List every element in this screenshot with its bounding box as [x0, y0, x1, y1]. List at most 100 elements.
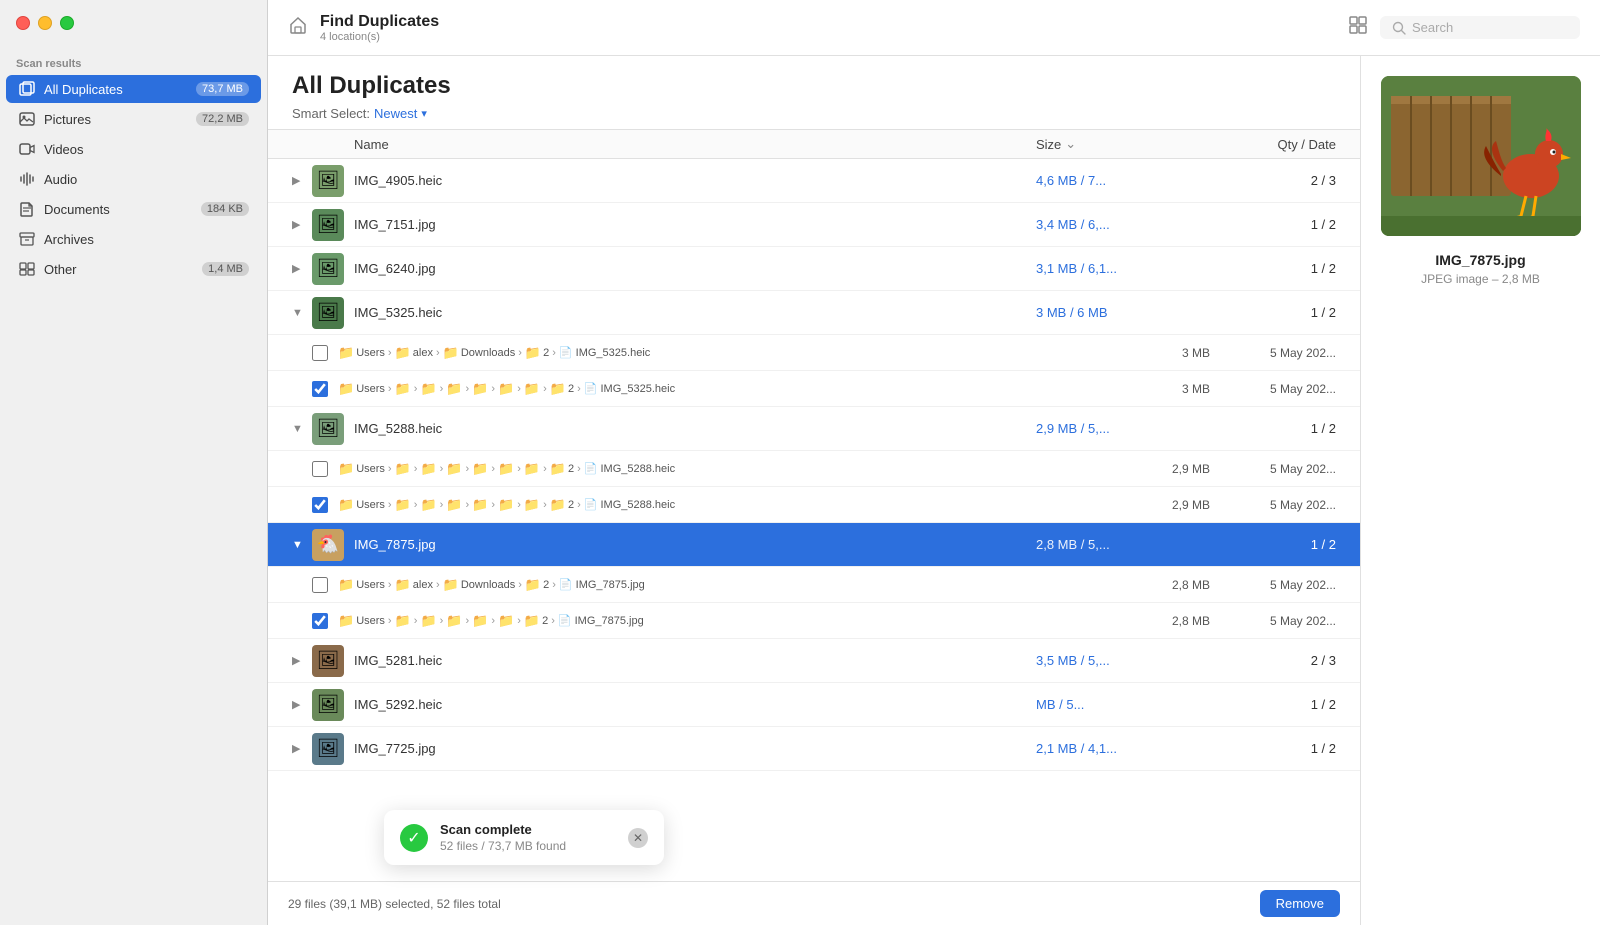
sidebar-item-pictures[interactable]: Pictures 72,2 MB [6, 105, 261, 133]
toolbar: Find Duplicates 4 location(s) Search [268, 0, 1600, 56]
document-icon [18, 200, 36, 218]
sort-chevron-icon: ⌄ [1065, 136, 1076, 152]
table-row[interactable]: ▶ 🖼 IMG_5292.heic MB / 5... 1 / 2 [268, 683, 1360, 727]
sidebar-item-videos[interactable]: Videos [6, 135, 261, 163]
toast-close-button[interactable]: ✕ [628, 828, 648, 848]
layout-icon[interactable] [1348, 15, 1368, 40]
toolbar-title-section: Find Duplicates 4 location(s) [320, 13, 1336, 43]
file-qty: 1 / 2 [1216, 537, 1336, 552]
sidebar-item-label: Audio [44, 172, 249, 187]
table-row[interactable]: ▶ 🖼 IMG_4905.heic 4,6 MB / 7... 2 / 3 [268, 159, 1360, 203]
table-row[interactable]: ▶ 🖼 IMG_6240.jpg 3,1 MB / 6,1... 1 / 2 [268, 247, 1360, 291]
file-checkbox[interactable] [312, 613, 328, 629]
minimize-button[interactable] [38, 16, 52, 30]
list-item[interactable]: 📁 Users › 📁 › 📁 › 📁 › 📁 › 📁 › 📁 › [268, 371, 1360, 407]
sidebar-item-audio[interactable]: Audio [6, 165, 261, 193]
table-row[interactable]: ▼ 🖼 IMG_5288.heic 2,9 MB / 5,... 1 / 2 [268, 407, 1360, 451]
other-icon [18, 260, 36, 278]
sub-file-date: 5 May 202... [1216, 498, 1336, 512]
file-size: 2,9 MB / 5,... [1036, 421, 1216, 436]
table-row[interactable]: ▶ 🖼 IMG_7151.jpg 3,4 MB / 6,... 1 / 2 [268, 203, 1360, 247]
close-button[interactable] [16, 16, 30, 30]
app-title: Find Duplicates [320, 13, 1336, 31]
expand-icon[interactable]: ▶ [292, 218, 312, 231]
photo-icon [18, 110, 36, 128]
file-name: IMG_5325.heic [354, 305, 1036, 320]
sidebar-item-all-duplicates[interactable]: All Duplicates 73,7 MB [6, 75, 261, 103]
col-name-header: Name [354, 137, 1036, 152]
list-item[interactable]: 📁 Users › 📁 › 📁 › 📁 › 📁 › 📁 › 📁 › [268, 487, 1360, 523]
maximize-button[interactable] [60, 16, 74, 30]
sidebar: Scan results All Duplicates 73,7 MB Pict… [0, 0, 268, 925]
file-path: 📁 Users › 📁 › 📁 › 📁 › 📁 › 📁 › 📁 › [338, 461, 1124, 477]
file-size: MB / 5... [1036, 697, 1216, 712]
sidebar-item-badge: 1,4 MB [202, 262, 249, 276]
list-item[interactable]: 📁 Users › 📁 › 📁 › 📁 › 📁 › 📁 › 📁 › [268, 451, 1360, 487]
smart-select[interactable]: Smart Select: Newest ▾ [292, 106, 1336, 121]
file-qty: 1 / 2 [1216, 741, 1336, 756]
file-checkbox[interactable] [312, 381, 328, 397]
sidebar-item-archives[interactable]: Archives [6, 225, 261, 253]
file-list: ▶ 🖼 IMG_4905.heic 4,6 MB / 7... 2 / 3 ▶ … [268, 159, 1360, 881]
expand-icon[interactable]: ▼ [292, 539, 312, 551]
file-qty: 1 / 2 [1216, 217, 1336, 232]
expand-icon[interactable]: ▶ [292, 262, 312, 275]
section-header: All Duplicates Smart Select: Newest ▾ [268, 56, 1360, 129]
sidebar-item-label: Pictures [44, 112, 188, 127]
file-thumbnail: 🖼 [312, 733, 344, 765]
smart-select-value: Newest [374, 106, 417, 121]
list-item[interactable]: 📁 Users › 📁 alex › 📁 Downloads › 📁 2 › 📄… [268, 335, 1360, 371]
sidebar-item-documents[interactable]: Documents 184 KB [6, 195, 261, 223]
file-thumbnail: 🖼 [312, 297, 344, 329]
file-path: 📁 Users › 📁 alex › 📁 Downloads › 📁 2 › 📄… [338, 345, 1124, 361]
col-qty-header: Qty / Date [1216, 137, 1336, 152]
table-header: Name Size ⌄ Qty / Date [268, 129, 1360, 159]
remove-button[interactable]: Remove [1260, 890, 1340, 917]
table-row[interactable]: ▶ 🖼 IMG_5281.heic 3,5 MB / 5,... 2 / 3 [268, 639, 1360, 683]
sidebar-item-label: Documents [44, 202, 193, 217]
file-size: 3 MB / 6 MB [1036, 305, 1216, 320]
video-icon [18, 140, 36, 158]
table-row[interactable]: ▶ 🖼 IMG_7725.jpg 2,1 MB / 4,1... 1 / 2 [268, 727, 1360, 771]
expand-icon[interactable]: ▶ [292, 742, 312, 755]
list-item[interactable]: 📁 Users › 📁 alex › 📁 Downloads › 📁 2 › 📄… [268, 567, 1360, 603]
toast-subtitle: 52 files / 73,7 MB found [440, 839, 616, 853]
list-item[interactable]: 📁 Users › 📁 › 📁 › 📁 › 📁 › 📁 › 📁 2 › [268, 603, 1360, 639]
table-row[interactable]: ▼ 🖼 IMG_5325.heic 3 MB / 6 MB 1 / 2 [268, 291, 1360, 335]
section-title: All Duplicates [292, 72, 1336, 100]
sub-file-date: 5 May 202... [1216, 346, 1336, 360]
preview-thumbnail [1381, 76, 1581, 236]
sidebar-item-label: Archives [44, 232, 249, 247]
file-name: IMG_6240.jpg [354, 261, 1036, 276]
file-checkbox[interactable] [312, 497, 328, 513]
sidebar-item-other[interactable]: Other 1,4 MB [6, 255, 261, 283]
sub-file-size: 3 MB [1130, 346, 1210, 360]
home-icon[interactable] [288, 15, 308, 40]
file-name: IMG_5288.heic [354, 421, 1036, 436]
toast-title: Scan complete [440, 822, 616, 837]
table-row[interactable]: ▼ 🐔 IMG_7875.jpg 2,8 MB / 5,... 1 / 2 [268, 523, 1360, 567]
search-bar[interactable]: Search [1380, 16, 1580, 39]
file-name: IMG_7725.jpg [354, 741, 1036, 756]
file-thumbnail: 🖼 [312, 253, 344, 285]
file-checkbox[interactable] [312, 345, 328, 361]
expand-icon[interactable]: ▶ [292, 698, 312, 711]
smart-select-label: Smart Select: [292, 106, 370, 121]
file-checkbox[interactable] [312, 461, 328, 477]
sidebar-item-badge: 72,2 MB [196, 112, 249, 126]
sidebar-item-badge: 184 KB [201, 202, 249, 216]
expand-icon[interactable]: ▼ [292, 423, 312, 435]
col-size-header[interactable]: Size ⌄ [1036, 136, 1216, 152]
file-list-section: All Duplicates Smart Select: Newest ▾ Na… [268, 56, 1360, 925]
sub-file-date: 5 May 202... [1216, 382, 1336, 396]
expand-icon[interactable]: ▶ [292, 174, 312, 187]
expand-icon[interactable]: ▼ [292, 307, 312, 319]
file-name: IMG_5292.heic [354, 697, 1036, 712]
file-checkbox[interactable] [312, 577, 328, 593]
window-controls[interactable] [16, 16, 74, 30]
sub-file-size: 2,9 MB [1130, 462, 1210, 476]
app-subtitle: 4 location(s) [320, 31, 1336, 43]
expand-icon[interactable]: ▶ [292, 654, 312, 667]
search-placeholder: Search [1412, 20, 1453, 35]
file-path: 📁 Users › 📁 › 📁 › 📁 › 📁 › 📁 › 📁 › [338, 497, 1124, 513]
